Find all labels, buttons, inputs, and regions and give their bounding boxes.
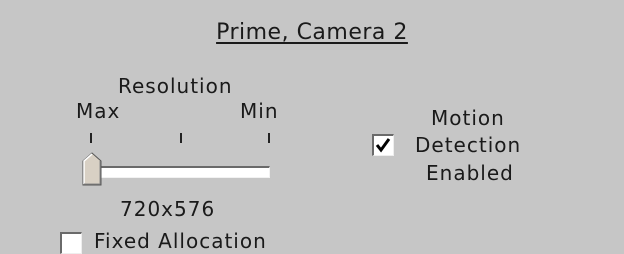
resolution-slider-track[interactable] [84, 166, 270, 178]
camera-settings-panel: Prime, Camera 2 Resolution Max Min 720x5… [0, 0, 624, 254]
motion-detection-checkbox[interactable] [372, 134, 394, 156]
camera-title: Prime, Camera 2 [216, 20, 408, 45]
fixed-allocation-label: Fixed Allocation [94, 229, 267, 253]
slider-tick-mark [180, 133, 182, 143]
resolution-slider-thumb[interactable] [82, 152, 102, 186]
motion-detection-label: Detection [415, 133, 522, 157]
fixed-allocation-checkbox[interactable] [60, 232, 82, 254]
slider-thumb-icon [82, 152, 102, 186]
resolution-value: 720x576 [120, 197, 216, 221]
resolution-min-label: Min [240, 99, 279, 123]
resolution-max-label: Max [76, 99, 121, 123]
checkmark-icon [375, 138, 391, 153]
motion-label: Motion [431, 106, 505, 130]
motion-enabled-label: Enabled [426, 161, 514, 185]
resolution-label: Resolution [118, 74, 233, 98]
slider-tick-mark [268, 133, 270, 143]
slider-tick-mark [90, 133, 92, 143]
